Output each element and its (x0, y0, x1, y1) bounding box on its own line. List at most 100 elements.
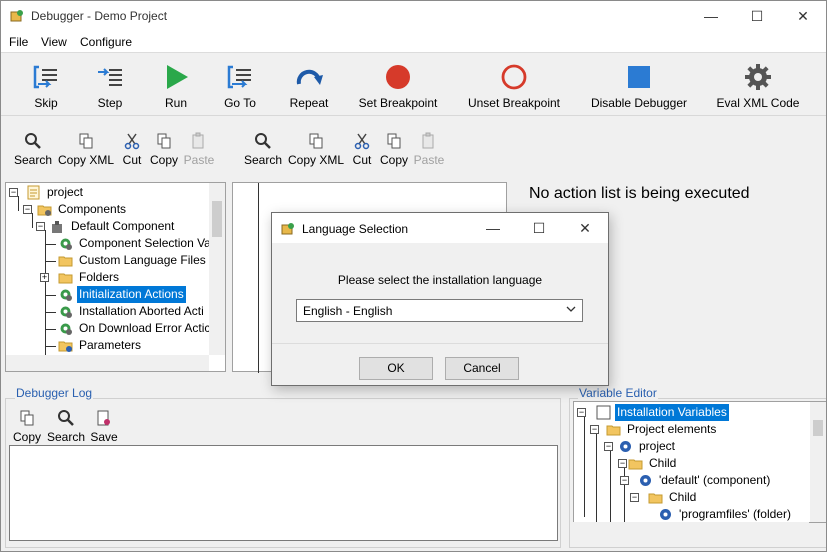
tree-expander[interactable]: − (590, 425, 599, 434)
eval-xml-button[interactable]: Eval XML Code (714, 58, 802, 114)
tree-expander[interactable]: + (40, 273, 49, 282)
status-message: No action list is being executed (529, 185, 750, 202)
tree-guide (46, 295, 56, 296)
tree-search-button[interactable]: Search (11, 126, 55, 170)
disable-debugger-label: Disable Debugger (590, 96, 688, 110)
actions-cut-button[interactable]: Cut (347, 126, 377, 170)
tree-expander[interactable]: − (618, 459, 627, 468)
tree-horizontal-scrollbar[interactable] (6, 355, 209, 371)
actions-search-button[interactable]: Search (241, 126, 285, 170)
debugger-log-text[interactable] (9, 445, 558, 541)
actions-paste-label: Paste (413, 153, 445, 167)
tree-copy-button[interactable]: Copy (147, 126, 181, 170)
search-icon (25, 133, 41, 149)
gear-icon (60, 306, 72, 318)
language-select[interactable]: English - English (296, 299, 583, 322)
scrollbar-thumb[interactable] (813, 420, 823, 436)
tree-guide (32, 213, 33, 228)
unset-breakpoint-button[interactable]: Unset Breakpoint (464, 58, 564, 114)
folder-icon (58, 273, 73, 284)
tree-item-label: Installation Aborted Acti (79, 304, 204, 318)
tree-guide (46, 312, 56, 313)
component-icon (52, 221, 62, 233)
dialog-close-button[interactable]: ✕ (562, 213, 608, 243)
repeat-button[interactable]: Repeat (284, 58, 334, 114)
log-copy-button[interactable]: Copy (11, 403, 43, 447)
actions-copy-xml-button[interactable]: Copy XML (287, 126, 345, 170)
dialog-minimize-button[interactable]: — (470, 213, 516, 243)
actions-copy-button[interactable]: Copy (377, 126, 411, 170)
var-label: Child (669, 490, 697, 504)
tree-expander[interactable]: − (577, 408, 586, 417)
variable-tree[interactable]: − Installation Variables − Project eleme… (573, 401, 826, 523)
tree-expander[interactable]: − (620, 476, 629, 485)
gear-icon (620, 441, 631, 452)
repeat-icon (296, 69, 323, 85)
main-toolbar: Skip Step Run Go To Repeat Set Breakpoin… (1, 54, 826, 116)
step-label: Step (97, 96, 123, 110)
log-search-button[interactable]: Search (46, 403, 86, 447)
variable-vertical-scrollbar[interactable] (810, 402, 826, 522)
tree-guide (584, 417, 585, 517)
copy-icon (157, 133, 171, 149)
variable-horizontal-scrollbar[interactable] (573, 522, 809, 538)
tree-expander[interactable]: − (630, 493, 639, 502)
chevron-down-icon (566, 306, 576, 312)
tree-cut-button[interactable]: Cut (117, 126, 147, 170)
tree-expander[interactable]: − (604, 442, 613, 451)
gear-icon (60, 289, 72, 301)
menu-view[interactable]: View (41, 35, 67, 49)
folder-gear-icon (37, 205, 52, 216)
tree-paste-button[interactable]: Paste (181, 126, 217, 170)
project-tree[interactable]: project − Components − Default Component… (5, 182, 226, 372)
dialog-maximize-button[interactable]: ☐ (516, 213, 562, 243)
copy-icon (20, 410, 34, 426)
step-button[interactable]: Step (85, 58, 135, 114)
goto-icon (227, 65, 251, 89)
gear-icon (60, 238, 72, 250)
copy-xml-icon (309, 133, 323, 149)
menu-file[interactable]: File (9, 35, 28, 49)
tree-expander[interactable]: − (9, 188, 18, 197)
disable-debugger-button[interactable]: Disable Debugger (587, 58, 691, 114)
tree-item-label: On Download Error Actic (79, 321, 211, 335)
actions-toolbar: Search Copy XML Cut Copy Paste (241, 126, 451, 172)
minimize-button[interactable]: — (688, 1, 734, 31)
search-icon (255, 133, 271, 149)
tree-item-label: Custom Language Files (79, 253, 206, 267)
tree-item-label: project (47, 185, 84, 199)
tree-vertical-scrollbar[interactable] (209, 183, 225, 355)
set-breakpoint-label: Set Breakpoint (358, 96, 438, 110)
tree-guide (46, 346, 56, 347)
tree-copy-label: Copy (149, 153, 178, 167)
actions-cut-label: Cut (352, 153, 372, 167)
repeat-label: Repeat (289, 96, 329, 110)
var-label: 'default' (component) (659, 473, 771, 487)
tree-expander[interactable]: − (36, 222, 45, 231)
actions-paste-button[interactable]: Paste (411, 126, 447, 170)
eval-xml-label: Eval XML Code (716, 96, 800, 110)
tree-guide (46, 261, 56, 262)
app-icon (10, 10, 23, 22)
tree-item-label: Component Selection Va (79, 236, 211, 250)
tree-expander[interactable]: − (23, 205, 32, 214)
ok-button[interactable]: OK (359, 357, 433, 380)
maximize-button[interactable]: ☐ (734, 1, 780, 31)
unset-breakpoint-icon (501, 64, 527, 90)
run-button[interactable]: Run (151, 58, 201, 114)
search-icon (58, 410, 74, 426)
close-button[interactable]: ✕ (780, 1, 826, 31)
copy-icon (387, 133, 401, 149)
log-save-button[interactable]: Save (89, 403, 119, 447)
scrollbar-thumb[interactable] (212, 201, 222, 237)
tree-copy-xml-button[interactable]: Copy XML (57, 126, 115, 170)
skip-button[interactable]: Skip (21, 58, 71, 114)
cancel-button[interactable]: Cancel (445, 357, 519, 380)
goto-button[interactable]: Go To (215, 58, 265, 114)
folder-icon (606, 425, 621, 436)
tree-guide (596, 434, 597, 522)
set-breakpoint-button[interactable]: Set Breakpoint (353, 58, 443, 114)
disable-debugger-icon (628, 66, 650, 88)
tree-toolbar: Search Copy XML Cut Copy Paste (11, 126, 221, 172)
menu-configure[interactable]: Configure (80, 35, 132, 49)
